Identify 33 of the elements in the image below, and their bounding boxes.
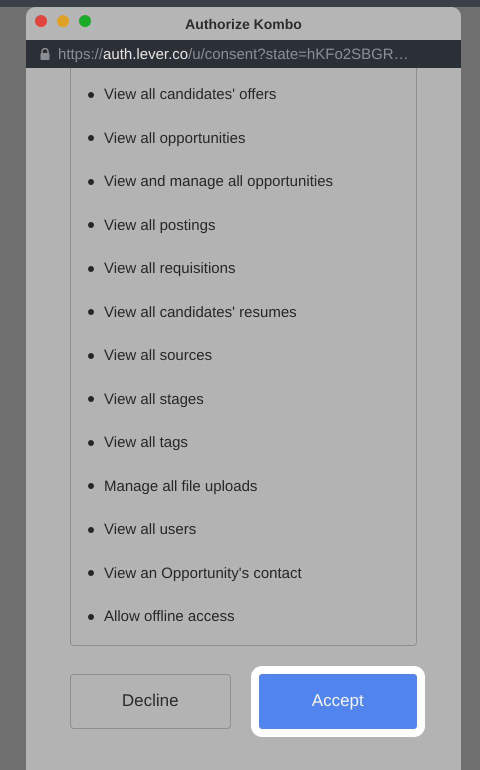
permission-text: View all sources xyxy=(104,347,212,364)
permission-text: View all stages xyxy=(104,390,204,408)
bullet-icon xyxy=(88,92,94,98)
window-title: Authorize Kombo xyxy=(185,16,302,32)
bullet-icon xyxy=(88,396,94,402)
bullet-icon xyxy=(88,178,94,185)
permission-text: Allow offline access xyxy=(104,608,235,626)
bullet-icon xyxy=(88,135,94,142)
bullet-icon xyxy=(88,309,94,316)
permission-text: View all candidates' offers xyxy=(104,86,276,104)
permission-text: View all requisitions xyxy=(104,260,236,278)
minimize-icon[interactable] xyxy=(57,15,69,27)
bullet-icon xyxy=(88,570,94,576)
zoom-icon[interactable] xyxy=(79,15,91,27)
permission-text: View all postings xyxy=(104,216,216,234)
bullet-icon xyxy=(88,440,94,446)
permission-text: Manage all file uploads xyxy=(104,478,258,495)
permission-text: View and manage all opportunities xyxy=(104,173,334,190)
decline-button[interactable]: Decline xyxy=(70,674,230,728)
permission-text: View an Opportunity's contact xyxy=(104,564,302,582)
bullet-icon xyxy=(88,352,94,359)
url-text: https://auth.lever.co/u/consent?state=hKFo2SBGR… xyxy=(58,46,409,62)
permission-text: View all candidates' resumes xyxy=(104,304,297,321)
bullet-icon xyxy=(88,266,94,272)
bullet-icon xyxy=(88,614,94,620)
permission-text: View all tags xyxy=(104,434,188,452)
permission-text: View all opportunities xyxy=(104,130,246,147)
bullet-icon xyxy=(88,526,94,533)
bullet-icon xyxy=(88,483,94,490)
permission-text: View all users xyxy=(104,521,196,538)
bullet-icon xyxy=(88,222,94,228)
close-icon[interactable] xyxy=(35,15,47,27)
lock-icon xyxy=(40,48,50,60)
